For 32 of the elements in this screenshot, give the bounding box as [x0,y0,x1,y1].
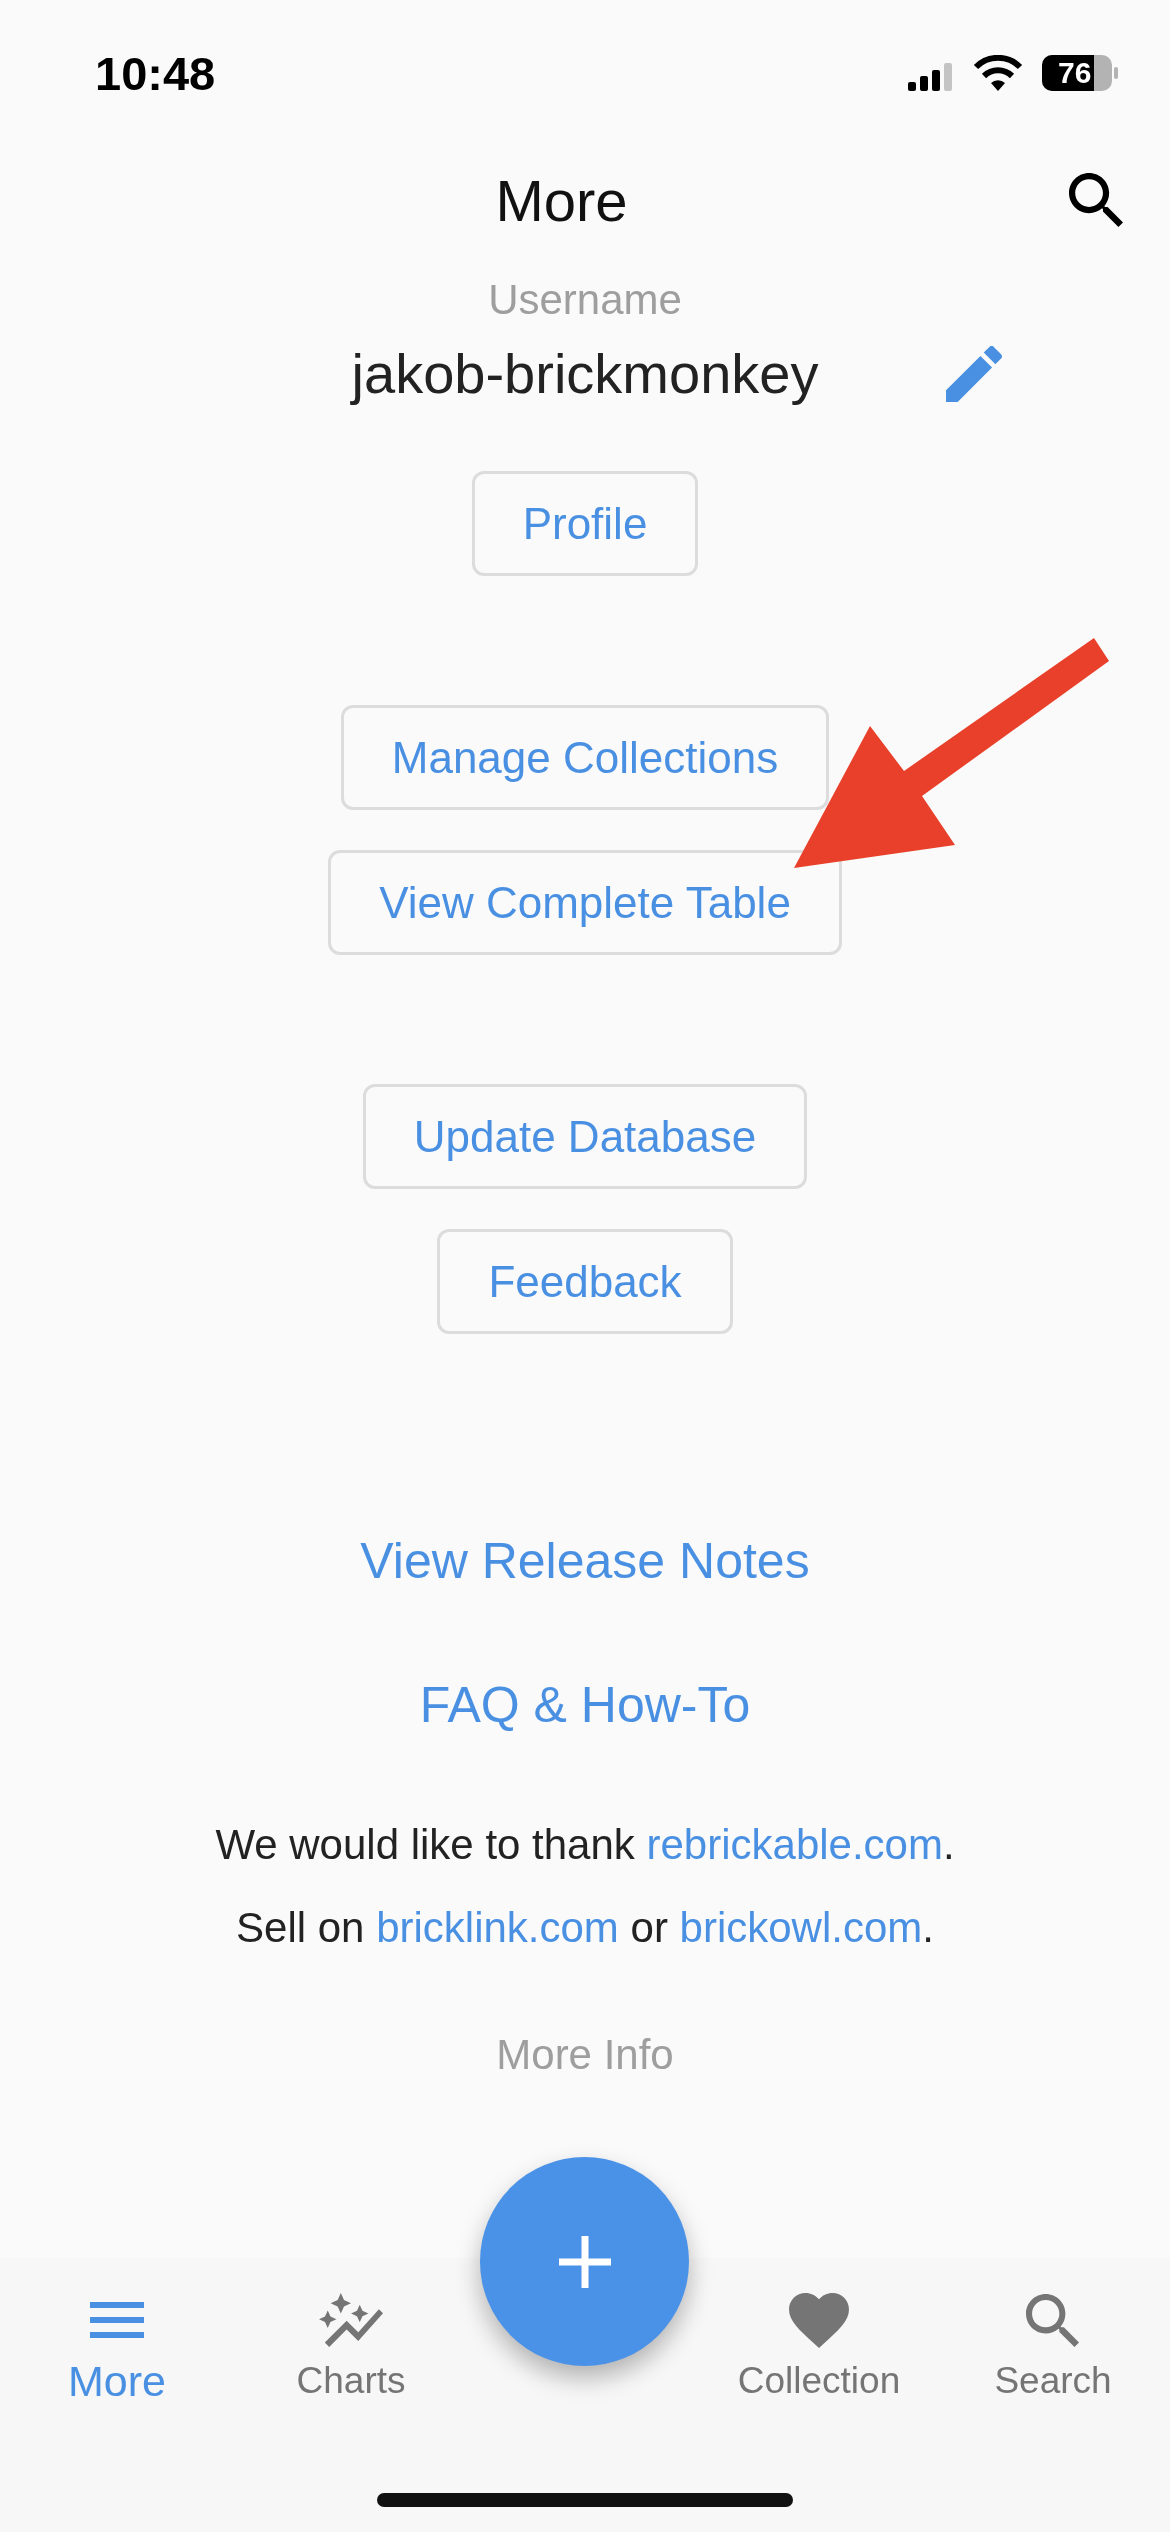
search-icon [1026,2293,1080,2347]
text-link[interactable]: View Release Notes [360,1531,810,1591]
text-link[interactable]: FAQ & How-To [419,1675,751,1735]
action-button[interactable]: Feedback [437,1229,733,1334]
menu-icon [90,2302,144,2338]
nav-tab[interactable]: Collection [737,2292,901,2404]
page-title: More [495,166,628,234]
status-time: 10:48 [95,45,216,101]
nav-tab[interactable]: More [68,2292,166,2404]
battery-percent: 76 [1058,56,1092,90]
heart-icon [789,2292,849,2348]
nav-tab[interactable]: Search [994,2292,1112,2404]
more-info-link[interactable]: More Info [496,2030,674,2080]
website-link[interactable]: brickowl.com [679,1904,923,1951]
plus-icon [558,2235,611,2288]
action-button[interactable]: View Complete Table [328,850,842,955]
edit-icon[interactable] [946,346,1003,402]
signal-icon [908,63,954,91]
website-link[interactable]: rebrickable.com [646,1821,943,1868]
credit-text: We would like to thank rebrickable.com. [215,1820,955,1870]
website-link[interactable]: bricklink.com [376,1904,619,1951]
username-text: jakob-brickmonkey [351,341,819,407]
nav-tab[interactable]: Charts [296,2292,406,2404]
profile-button[interactable]: Profile [471,471,699,576]
sparkle-chart-icon [319,2293,383,2347]
search-icon[interactable] [1069,173,1123,227]
wifi-icon [972,55,1024,91]
action-button[interactable]: Update Database [362,1084,808,1189]
credit-text: Sell on bricklink.com or brickowl.com. [236,1903,934,1953]
battery-icon [1042,55,1118,91]
action-button[interactable]: Manage Collections [340,705,830,810]
field-label: Username [488,275,682,325]
